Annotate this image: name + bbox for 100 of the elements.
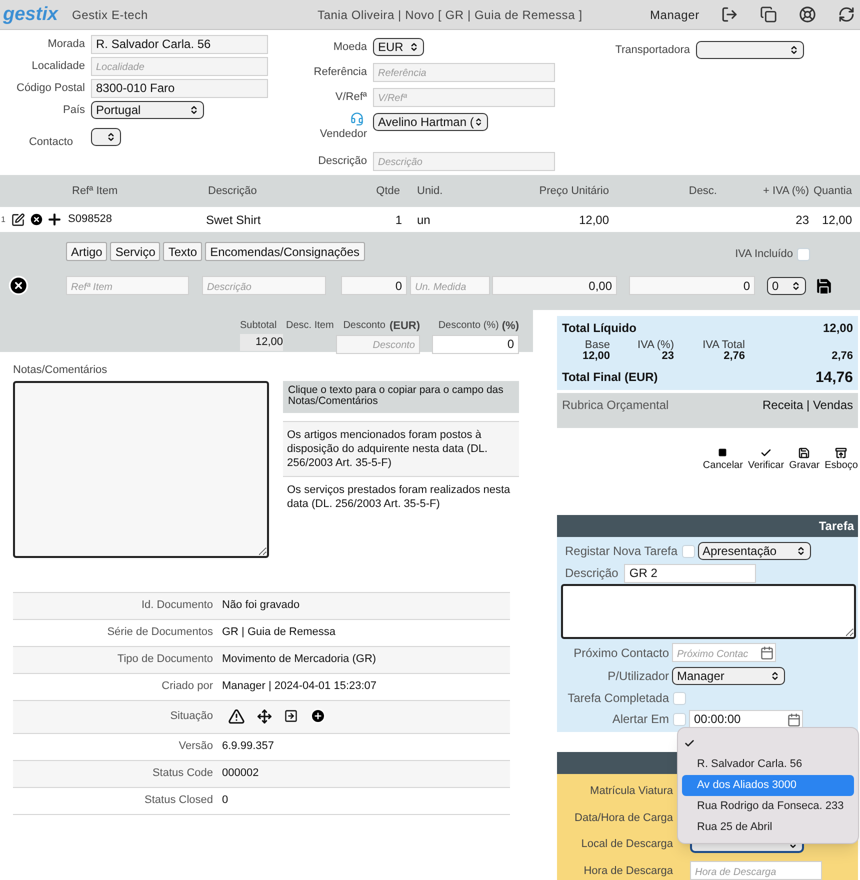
tax-value: 2,76 [724, 351, 745, 362]
updown-icon [474, 117, 483, 127]
field-label: Registar Nova Tarefa [565, 543, 678, 560]
save-icon[interactable] [814, 276, 834, 296]
notes-field[interactable] [13, 380, 269, 558]
item-type-button[interactable]: Encomendas/Consignações [205, 242, 364, 261]
hint-text: Clique o texto para o copiar para o campo das Notas/Comentários [283, 380, 519, 412]
remove-icon[interactable] [8, 275, 29, 296]
text-field[interactable]: Descrição [202, 276, 326, 295]
text-field[interactable]: 0 [432, 334, 519, 354]
exit-icon[interactable] [721, 6, 738, 23]
field-label: Desconto (%) [438, 319, 499, 333]
action-button[interactable]: Esboço [824, 445, 858, 472]
table-cell-text: 12,00 [820, 212, 853, 228]
tax-value: 23 [662, 351, 674, 362]
panel-header: Tarefa [557, 515, 858, 537]
action-button[interactable]: Gravar [789, 445, 820, 472]
column-header: Quantia [812, 184, 853, 199]
column-header: Preço Unitário [538, 184, 610, 199]
text-field[interactable]: Un. Medida [410, 276, 490, 295]
dropdown[interactable] [696, 41, 804, 59]
check-icon [684, 738, 695, 749]
refresh-icon[interactable] [838, 6, 856, 23]
text-field[interactable]: Descrição [373, 152, 555, 170]
checkbox[interactable] [682, 544, 694, 558]
field-label: Transportadora [614, 42, 690, 58]
lifebuoy-icon[interactable] [799, 6, 816, 23]
row-number: 1 [1, 214, 6, 226]
app-name: Gestix E-tech [72, 6, 148, 24]
text-field[interactable]: Localidade [91, 56, 268, 76]
exit-icon[interactable] [284, 709, 298, 723]
text-field[interactable]: 0 [341, 276, 407, 295]
unit-label: (EUR) [389, 319, 420, 334]
text-field[interactable]: Refª Item [66, 276, 189, 295]
dropdown[interactable]: Avelino Hartman ( [373, 113, 488, 131]
logo: gestix [3, 5, 60, 24]
info-label: Status Closed [144, 793, 213, 808]
action-button[interactable]: Verificar [748, 445, 784, 472]
text-field[interactable]: GR 2 [624, 564, 756, 582]
item-type-button[interactable]: Serviço [110, 242, 160, 261]
dropdown[interactable] [91, 128, 121, 146]
total-label: Total Final (EUR) [562, 369, 658, 386]
menu-option[interactable]: R. Salvador Carla. 56 [682, 754, 854, 775]
text-field[interactable]: 0,00 [492, 276, 617, 295]
dropdown[interactable]: Portugal [91, 101, 204, 119]
updown-icon [189, 105, 199, 115]
checkbox[interactable] [797, 248, 810, 261]
info-label: Criado por [160, 679, 213, 694]
total-value: 14,76 [815, 370, 853, 386]
text-field[interactable]: 0 [629, 276, 755, 295]
total-value: 12,00 [822, 320, 853, 337]
checkbox[interactable] [673, 692, 686, 704]
warning-icon[interactable] [228, 708, 245, 724]
tax-value: 12,00 [582, 351, 610, 362]
updown-icon [106, 132, 116, 142]
note-snippet[interactable]: Os artigos mencionados foram postos à disposição do adquirente nesta data (DL. 256/2003 Art. 35-5-F) [283, 422, 519, 476]
field-label: Contacto [28, 134, 74, 150]
item-type-button[interactable]: Texto [163, 242, 202, 261]
updown-icon [791, 280, 801, 290]
task-notes-field[interactable] [561, 584, 856, 639]
field-label: Moeda [332, 40, 367, 55]
action-button[interactable]: Cancelar [702, 445, 743, 472]
menu-option[interactable]: Rua 25 de Abril [682, 817, 854, 838]
field-label: Próximo Contacto [572, 644, 669, 662]
text-field[interactable]: Desconto [336, 334, 420, 354]
info-value: Não foi gravado [222, 598, 300, 614]
text-field[interactable]: 8300-010 Faro [91, 78, 268, 98]
info-label: Tipo de Documento [116, 652, 213, 668]
item-type-button[interactable]: Artigo [66, 242, 108, 261]
info-value: 6.9.99.357 [222, 739, 274, 754]
info-value: 0 [222, 793, 228, 808]
updown-icon [409, 42, 419, 52]
table-cell-text: S098528 [67, 212, 114, 228]
copy-icon[interactable] [760, 6, 778, 23]
edit-icon[interactable] [11, 212, 26, 226]
calendar-icon[interactable] [787, 712, 801, 726]
text-field[interactable]: 00:00:00 [689, 710, 803, 728]
text-field[interactable]: Referência [373, 62, 555, 82]
field-label: Descrição [317, 154, 367, 169]
info-value: 000002 [222, 766, 259, 782]
remove-icon[interactable] [29, 212, 44, 227]
dropdown[interactable]: 0 [767, 276, 806, 294]
checkbox[interactable] [673, 712, 686, 726]
move-icon[interactable] [257, 708, 272, 724]
text-field[interactable]: Próximo Contac [672, 643, 776, 662]
calendar-icon[interactable] [760, 646, 774, 660]
dropdown[interactable]: Manager [672, 666, 785, 684]
dropdown[interactable]: Apresentação [698, 542, 810, 560]
text-field[interactable]: V/Refª [373, 88, 555, 106]
updown-icon [770, 670, 780, 680]
menu-option[interactable]: Rua Rodrigo da Fonseca. 233 [682, 796, 854, 817]
column-header: Refª Item [71, 184, 119, 199]
add-icon[interactable] [46, 211, 64, 228]
dropdown[interactable]: EUR [373, 38, 424, 56]
info-label: Situação [169, 708, 213, 724]
menu-option[interactable]: Av dos Aliados 3000 [682, 775, 854, 796]
text-field[interactable]: Hora de Descarga [690, 861, 822, 880]
info-label: Status Code [151, 766, 213, 782]
text-field[interactable]: R. Salvador Carla. 56 [91, 34, 268, 54]
add-icon[interactable] [310, 708, 326, 724]
